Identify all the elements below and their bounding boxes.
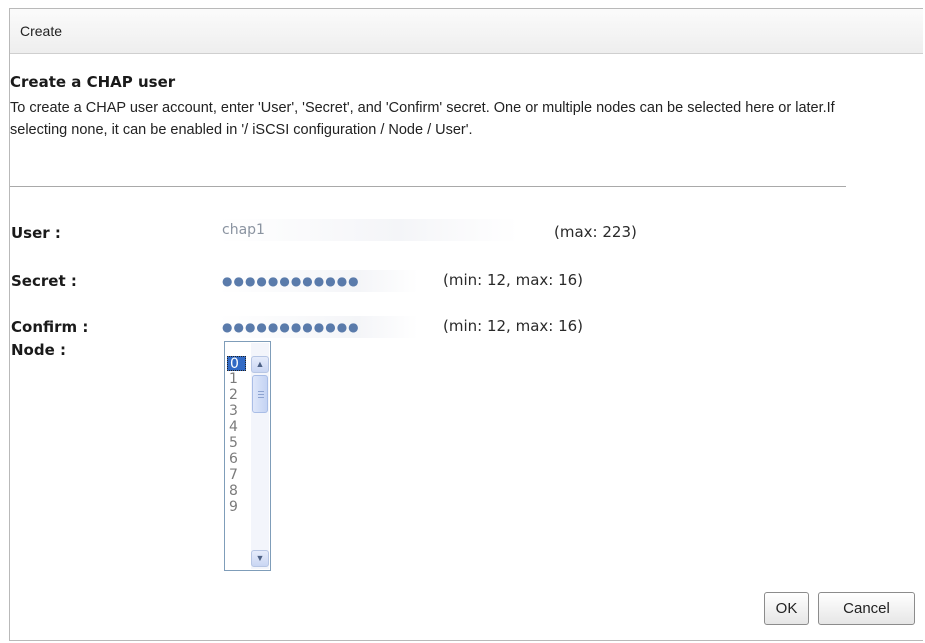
form-heading: Create a CHAP user bbox=[10, 73, 176, 91]
confirm-label: Confirm : bbox=[11, 318, 89, 336]
dialog-title: Create bbox=[20, 23, 63, 39]
user-label: User : bbox=[11, 224, 61, 242]
chevron-down-icon[interactable]: ▼ bbox=[251, 550, 269, 567]
user-hint: (max: 223) bbox=[554, 223, 637, 241]
node-option[interactable]: 3 bbox=[227, 404, 246, 419]
ok-button[interactable]: OK bbox=[764, 592, 809, 625]
node-option[interactable]: 0 bbox=[227, 356, 246, 372]
secret-hint: (min: 12, max: 16) bbox=[443, 271, 584, 289]
node-option[interactable]: 7 bbox=[227, 468, 246, 483]
chevron-up-icon[interactable]: ▲ bbox=[251, 356, 269, 373]
cancel-button[interactable]: Cancel bbox=[818, 592, 915, 625]
confirm-input[interactable] bbox=[218, 316, 418, 338]
separator bbox=[10, 186, 846, 187]
user-input[interactable] bbox=[218, 219, 518, 241]
confirm-hint: (min: 12, max: 16) bbox=[443, 317, 584, 335]
scrollbar-thumb[interactable] bbox=[252, 375, 268, 413]
node-option[interactable]: 8 bbox=[227, 484, 246, 499]
node-label: Node : bbox=[11, 341, 66, 359]
node-option[interactable]: 9 bbox=[227, 500, 246, 515]
node-option[interactable]: 6 bbox=[227, 452, 246, 467]
secret-label: Secret : bbox=[11, 272, 77, 290]
node-option[interactable]: 4 bbox=[227, 420, 246, 435]
node-listbox[interactable]: 0 1 2 3 4 5 6 7 8 9 ▲ ▼ bbox=[224, 341, 271, 571]
dialog-titlebar[interactable]: Create bbox=[10, 9, 923, 54]
secret-input[interactable] bbox=[218, 270, 418, 292]
listbox-scrollbar[interactable]: ▲ ▼ bbox=[251, 343, 269, 569]
form-description: To create a CHAP user account, enter 'Us… bbox=[10, 100, 835, 138]
node-option[interactable]: 1 bbox=[227, 372, 246, 387]
node-option[interactable]: 2 bbox=[227, 388, 246, 403]
node-option[interactable]: 5 bbox=[227, 436, 246, 451]
